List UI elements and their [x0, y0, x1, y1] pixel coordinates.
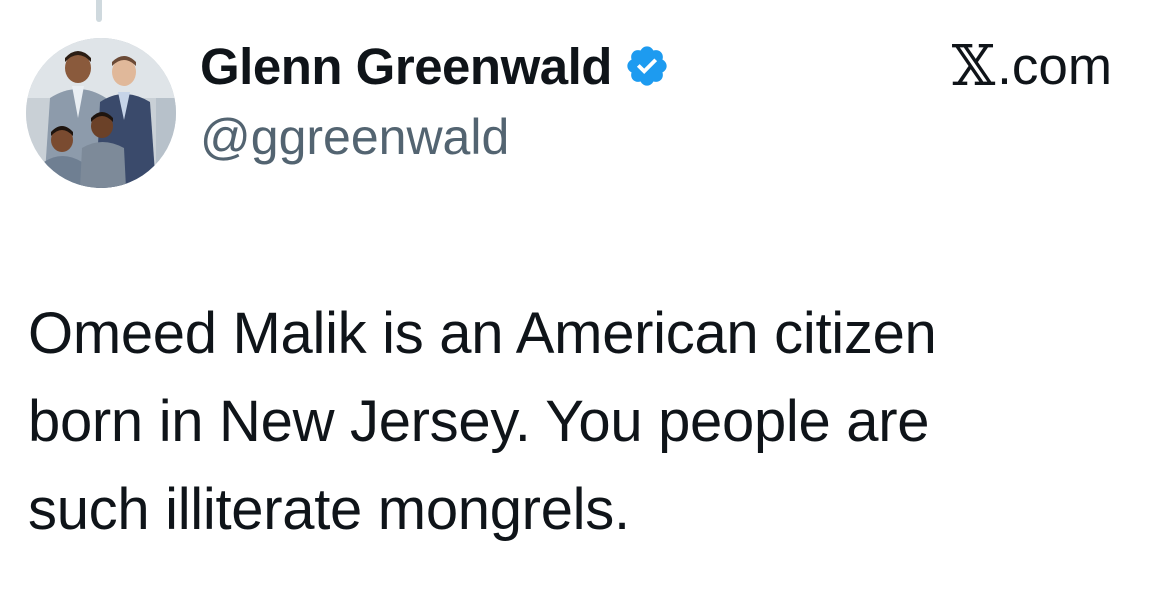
avatar[interactable]	[26, 38, 176, 188]
tweet-text: Omeed Malik is an American citizen born …	[28, 290, 1138, 554]
avatar-photo	[26, 38, 176, 188]
author-display-name[interactable]: Glenn Greenwald	[200, 37, 612, 96]
author-handle[interactable]: @ggreenwald	[200, 108, 509, 166]
thread-connector-line	[96, 0, 102, 22]
tweet-text-line: born in New Jersey. You people are	[28, 389, 930, 454]
display-name-row: Glenn Greenwald	[200, 34, 670, 98]
verified-badge-icon[interactable]	[624, 43, 670, 89]
site-domain-label: .com	[997, 36, 1112, 96]
tweet-text-line: Omeed Malik is an American citizen	[28, 301, 937, 366]
x-logo-icon: 𝕏	[951, 33, 996, 99]
tweet-text-line: such illiterate mongrels.	[28, 477, 630, 542]
site-mark: 𝕏 .com	[951, 33, 1112, 99]
